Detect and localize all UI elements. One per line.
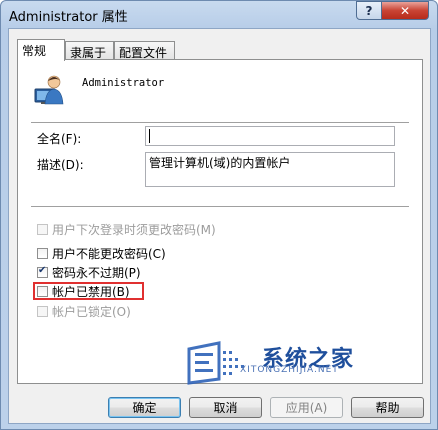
full-name-input[interactable] [145,126,395,146]
description-value: 管理计算机(域)的内置帐户 [149,156,291,170]
tab-profile[interactable]: 配置文件 [114,41,175,60]
tab-member-of[interactable]: 隶属于 [65,41,114,60]
separator [31,122,409,124]
checkbox-label: 用户下次登录时须更改密码(M) [52,222,216,237]
window-title: Administrator 属性 [9,10,128,25]
checkbox-label: 用户不能更改密码(C) [52,246,166,261]
user-icon [34,75,64,105]
checkbox-cannot-change-password[interactable]: 用户不能更改密码(C) [37,245,166,261]
checkbox-password-never-expires[interactable]: 密码永不过期(P) [37,264,141,280]
cancel-label: 取消 [213,401,238,415]
checkbox-must-change-password[interactable]: 用户下次登录时须更改密码(M) [37,221,216,237]
close-button[interactable]: ✕ [381,1,429,20]
ok-label: 确定 [132,401,157,415]
checkbox-box[interactable] [37,265,48,278]
watermark-url: XITONGZHIJIA.NET [240,365,339,375]
help-title-button[interactable]: ? [356,1,382,20]
separator [31,206,409,208]
ok-button[interactable]: 确定 [108,397,181,418]
tab-general[interactable]: 常规 [17,39,65,61]
text-caret [149,129,150,143]
checkbox-label: 密码永不过期(P) [52,265,141,280]
checkbox-label: 帐户已锁定(O) [52,304,131,319]
highlight-box [33,282,144,300]
full-name-label: 全名(F): [37,132,82,146]
help-button[interactable]: 帮助 [351,397,424,418]
question-icon: ? [365,3,373,18]
checkbox-account-locked[interactable]: 帐户已锁定(O) [37,303,131,319]
tab-label: 常规 [22,44,47,58]
apply-label: 应用(A) [285,401,328,415]
description-input[interactable]: 管理计算机(域)的内置帐户 [145,152,395,187]
apply-button[interactable]: 应用(A) [270,397,343,418]
checkbox-box[interactable] [37,305,48,317]
description-label: 描述(D): [37,158,84,172]
tab-label: 隶属于 [70,46,107,60]
close-icon: ✕ [399,3,411,18]
properties-dialog: Administrator 属性 ? ✕ 常规 隶属于 配置文件 Adminis… [0,0,438,430]
help-label: 帮助 [375,401,400,415]
title-bar[interactable]: Administrator 属性 ? ✕ [1,1,437,29]
general-tab-panel: Administrator 全名(F): 描述(D): 管理计算机(域)的内置帐… [17,59,423,384]
checkbox-box[interactable] [37,247,48,259]
user-name: Administrator [82,77,165,89]
dialog-client-area: 常规 隶属于 配置文件 Administrator 全名(F): 描述(D): … [8,28,431,424]
checkbox-box[interactable] [37,223,48,235]
tab-label: 配置文件 [119,46,168,60]
cancel-button[interactable]: 取消 [189,397,262,418]
